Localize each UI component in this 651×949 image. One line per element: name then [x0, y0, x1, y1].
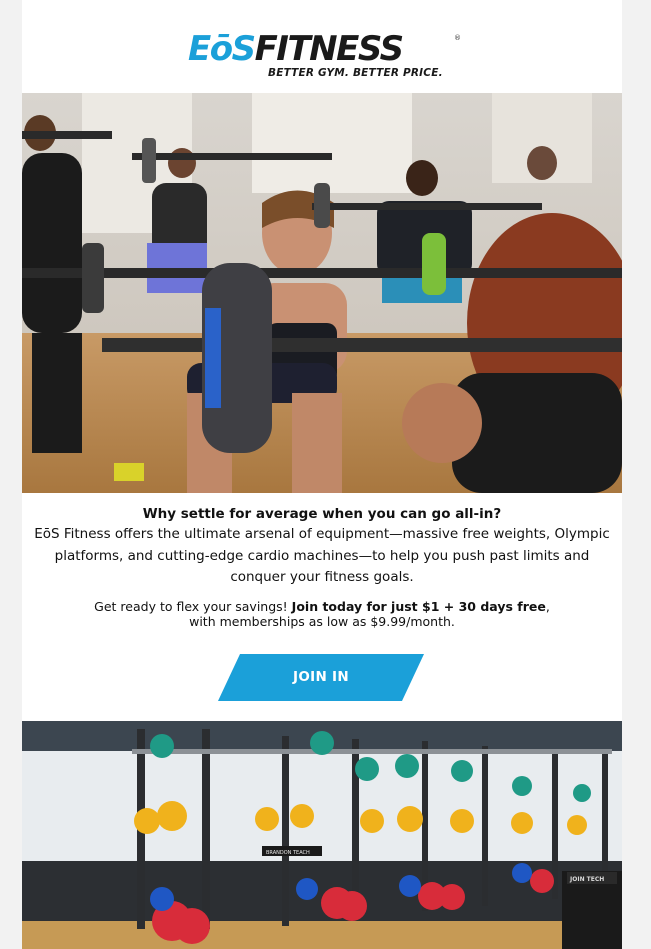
registered-mark: ®	[454, 34, 461, 42]
join-in-label: JOIN IN	[293, 669, 349, 685]
join-in-button[interactable]: JOIN IN	[218, 654, 424, 701]
logo-fitness-text: FITNESS	[254, 29, 405, 69]
offer-highlight: Join today for just $1 + 30 days free	[291, 598, 546, 614]
offer-intro: Get ready to flex your savings!	[94, 598, 292, 614]
eos-fitness-logo[interactable]: EōSFITNESS ® BETTER GYM. BETTER PRICE.	[188, 29, 461, 82]
promo-headline: Why settle for average when you can go a…	[142, 506, 502, 522]
rack-label: BRANDON TEACH	[266, 850, 310, 856]
group-barbell-class-photo[interactable]	[22, 93, 622, 493]
logo-eos-text: EōS	[188, 29, 256, 69]
promo-copy: Why settle for average when you can go a…	[22, 504, 622, 630]
logo-tagline: BETTER GYM. BETTER PRICE.	[268, 67, 443, 79]
promo-body: EōS Fitness offers the ultimate arsenal …	[34, 526, 610, 585]
squat-racks-gym-floor-photo[interactable]: BRANDON TEACH JOIN TECH	[22, 721, 622, 949]
email-container: EōSFITNESS ® BETTER GYM. BETTER PRICE. W…	[22, 0, 622, 949]
offer-text: Get ready to flex your savings! Join tod…	[92, 599, 552, 630]
join-tech-sign: JOIN TECH	[569, 876, 604, 883]
logo-wordmark: EōSFITNESS	[188, 29, 405, 69]
